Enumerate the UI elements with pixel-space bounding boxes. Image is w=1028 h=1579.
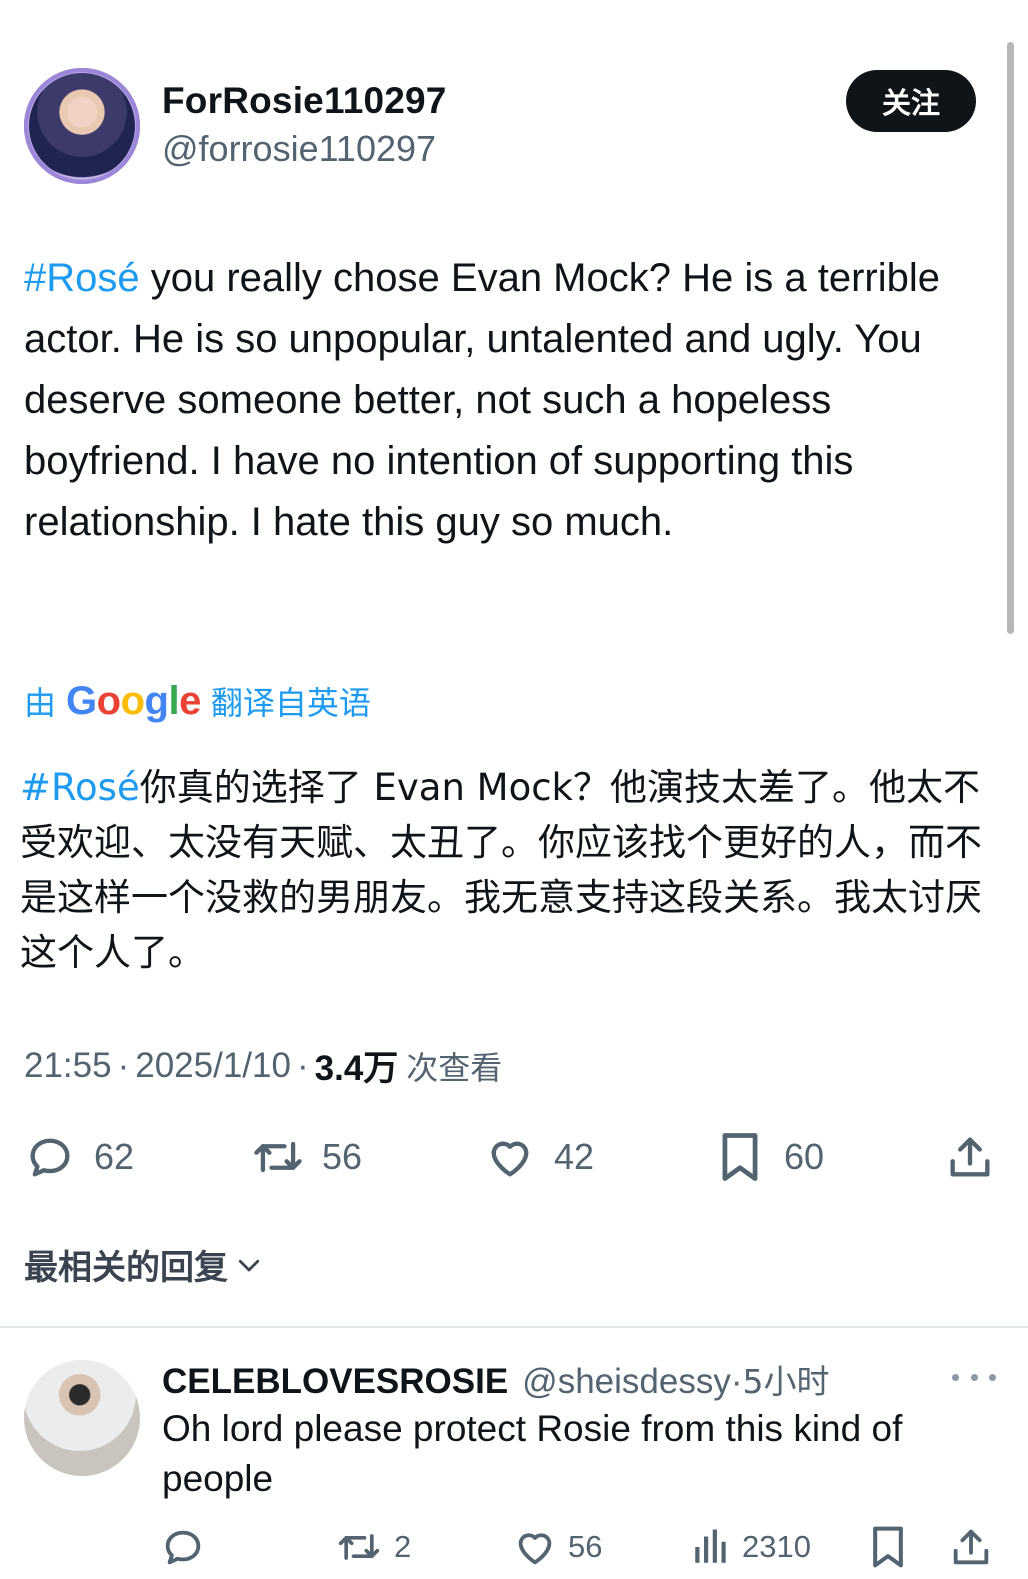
comment-icon[interactable]	[160, 1524, 206, 1570]
reply-time[interactable]: 5小时	[743, 1355, 830, 1403]
translation-attribution[interactable]: 由 Google 翻译自英语	[24, 678, 371, 724]
more-icon[interactable]	[952, 1362, 996, 1392]
bookmark-action[interactable]: 60	[712, 1128, 824, 1186]
chevron-down-icon	[238, 1259, 260, 1271]
translated-hashtag-link[interactable]: #Rosé	[20, 766, 140, 809]
views-label: 次查看	[406, 1048, 503, 1087]
tweet-time[interactable]: 21:55	[24, 1046, 112, 1086]
reply-like-count: 56	[568, 1529, 603, 1564]
reply-views-action[interactable]: 2310	[690, 1522, 811, 1572]
divider	[0, 1326, 1028, 1328]
retweet-action[interactable]: 56	[250, 1128, 362, 1186]
views-icon[interactable]	[690, 1525, 732, 1569]
meta-separator: ·	[117, 1045, 130, 1085]
reply-like-action[interactable]: 56	[512, 1522, 602, 1572]
reply-avatar[interactable]	[24, 1360, 140, 1476]
heart-icon[interactable]	[482, 1129, 538, 1185]
tweet-meta: 21:55 · 2025/1/10 · 3.4万 次查看	[24, 1040, 502, 1091]
reply-display-name[interactable]: CELEBLOVESROSIE	[162, 1362, 508, 1402]
hashtag-link[interactable]: #Rosé	[24, 256, 140, 300]
retweet-icon[interactable]	[250, 1129, 306, 1185]
reply-share-action[interactable]	[948, 1522, 994, 1572]
translate-suffix: 翻译自英语	[210, 684, 371, 722]
follow-button[interactable]: 关注	[846, 70, 976, 132]
reply-separator: ·	[730, 1362, 743, 1401]
reply-count: 62	[94, 1136, 135, 1177]
translate-prefix: 由	[24, 684, 57, 722]
retweet-icon[interactable]	[334, 1525, 384, 1569]
bookmark-count: 60	[784, 1136, 825, 1177]
reply-handle[interactable]: @sheisdessy	[522, 1362, 731, 1402]
tweet-body: you really chose Evan Mock? He is a terr…	[24, 256, 940, 544]
reply-bookmark-action[interactable]	[866, 1522, 910, 1572]
reply-sort-dropdown[interactable]: 最相关的回复	[24, 1240, 264, 1289]
sort-label: 最相关的回复	[24, 1248, 228, 1288]
share-action[interactable]	[942, 1128, 998, 1186]
tweet-text: #Rosé you really chose Evan Mock? He is …	[24, 248, 1004, 553]
like-count: 42	[554, 1136, 595, 1177]
retweet-count: 56	[322, 1136, 363, 1177]
avatar-ring	[24, 68, 140, 184]
like-action[interactable]: 42	[482, 1128, 594, 1186]
author-handle[interactable]: @forrosie110297	[162, 128, 436, 170]
bookmark-icon[interactable]	[866, 1523, 910, 1571]
author-display-name[interactable]: ForRosie110297	[162, 80, 447, 122]
reply-text: Oh lord please protect Rosie from this k…	[162, 1408, 903, 1499]
bookmark-icon[interactable]	[712, 1129, 768, 1185]
google-logo: Google	[66, 678, 201, 723]
share-icon[interactable]	[948, 1524, 994, 1570]
reply-header: CELEBLOVESROSIE @sheisdessy · 5小时	[162, 1355, 830, 1403]
tweet-date[interactable]: 2025/1/10	[135, 1046, 291, 1086]
views-count: 3.4万	[314, 1049, 399, 1088]
reply-comment-action[interactable]	[160, 1522, 206, 1572]
translated-body: 你真的选择了 Evan Mock？他演技太差了。他太不受欢迎、太没有天赋、太丑了…	[20, 766, 982, 974]
scrollbar[interactable]	[1007, 42, 1014, 634]
meta-separator: ·	[296, 1045, 309, 1085]
share-icon[interactable]	[942, 1129, 998, 1185]
reply-retweet-count: 2	[394, 1529, 412, 1564]
heart-icon[interactable]	[512, 1524, 558, 1570]
reply-action[interactable]: 62	[22, 1128, 134, 1186]
reply-retweet-action[interactable]: 2	[334, 1522, 411, 1572]
comment-icon[interactable]	[22, 1129, 78, 1185]
translated-text: #Rosé你真的选择了 Evan Mock？他演技太差了。他太不受欢迎、太没有天…	[20, 760, 1010, 980]
reply-views-count: 2310	[742, 1529, 811, 1564]
